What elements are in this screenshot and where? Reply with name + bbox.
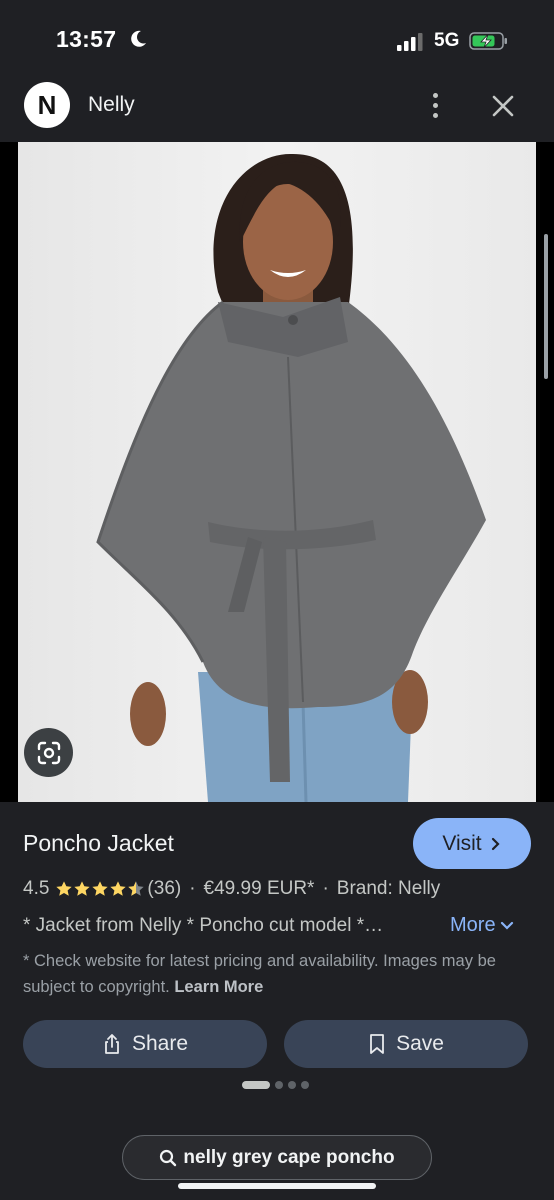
more-label: More <box>450 914 496 936</box>
chevron-down-icon <box>500 921 513 930</box>
search-icon <box>160 1149 177 1166</box>
pager-dot[interactable] <box>275 1081 283 1089</box>
share-icon <box>105 1034 119 1054</box>
product-price: €49.99 EUR* <box>203 878 315 899</box>
share-button[interactable]: Share <box>23 1020 267 1068</box>
battery-charging-icon <box>469 32 507 50</box>
star-icon <box>110 881 127 896</box>
image-pager[interactable] <box>242 1081 309 1089</box>
learn-more-link[interactable]: Learn More <box>174 978 263 996</box>
separator: · <box>189 878 196 899</box>
home-indicator[interactable] <box>178 1183 376 1189</box>
signal-icon <box>397 33 423 51</box>
related-search-chip[interactable]: nelly grey cape poncho <box>122 1135 432 1180</box>
pager-dot[interactable] <box>288 1081 296 1089</box>
product-photo <box>18 142 536 802</box>
pager-dot[interactable] <box>301 1081 309 1089</box>
chevron-right-icon <box>491 837 500 850</box>
review-count[interactable]: (36) <box>147 878 181 900</box>
rating-value: 4.5 <box>23 878 50 899</box>
visit-label: Visit <box>442 831 482 855</box>
site-logo: N <box>24 82 70 128</box>
network-type: 5G <box>434 30 460 51</box>
more-button[interactable]: More <box>450 914 514 937</box>
star-icon <box>74 881 91 896</box>
lens-button[interactable] <box>24 728 73 777</box>
product-image[interactable] <box>18 142 536 802</box>
status-bar: 13:57 5G <box>0 0 554 80</box>
lens-icon <box>37 741 60 764</box>
rating-stars <box>55 880 145 898</box>
save-label: Save <box>396 1032 444 1055</box>
star-icon <box>56 881 73 896</box>
moon-icon <box>131 30 146 47</box>
visit-button[interactable]: Visit <box>413 818 531 869</box>
copyright-disclaimer: * Check website for latest pricing and a… <box>23 948 523 1000</box>
product-meta: 4.5 (36) · €49.99 EUR* · Brand: Nelly <box>23 878 440 900</box>
bookmark-icon <box>370 1034 384 1054</box>
pager-dot[interactable] <box>242 1081 270 1089</box>
product-brand: Brand: Nelly <box>336 878 441 899</box>
product-title: Poncho Jacket <box>23 830 174 856</box>
separator: · <box>322 878 329 899</box>
app-header: N Nelly <box>0 80 554 142</box>
scrollbar[interactable] <box>544 234 548 379</box>
star-half-icon <box>128 881 145 896</box>
product-description: * Jacket from Nelly * Poncho cut model *… <box>23 915 384 936</box>
status-time: 13:57 <box>56 26 117 52</box>
site-name[interactable]: Nelly <box>88 93 135 117</box>
more-vert-icon[interactable] <box>420 90 450 120</box>
star-icon <box>92 881 109 896</box>
close-icon[interactable] <box>486 89 520 123</box>
image-viewer[interactable] <box>0 142 554 802</box>
share-label: Share <box>131 1032 189 1055</box>
search-chip-query: nelly grey cape poncho <box>183 1146 395 1168</box>
save-button[interactable]: Save <box>284 1020 528 1068</box>
